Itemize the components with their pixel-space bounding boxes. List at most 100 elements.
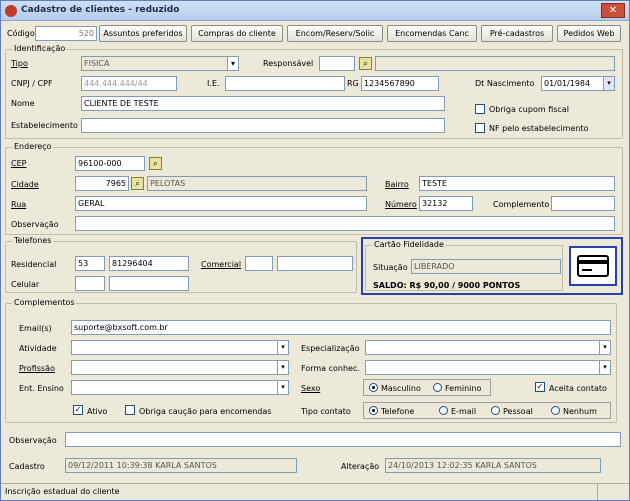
codigo-label: Código bbox=[7, 29, 35, 38]
numero-field[interactable]: 32132 bbox=[419, 196, 473, 211]
endereco-title: Endereço bbox=[12, 142, 54, 151]
assuntos-preferidos-button[interactable]: Assuntos preferidos bbox=[99, 25, 187, 42]
residencial-ddd-field[interactable]: 53 bbox=[75, 256, 105, 271]
cidade-search-icon[interactable]: ⌕ bbox=[131, 177, 144, 190]
card-icon-frame[interactable] bbox=[569, 246, 617, 286]
residencial-number-field[interactable]: 81296404 bbox=[109, 256, 189, 271]
responsavel-label: Responsável bbox=[263, 59, 314, 68]
obriga-cupom-label: Obriga cupom fiscal bbox=[489, 105, 569, 114]
cep-field[interactable]: 96100-000 bbox=[75, 156, 145, 171]
estabelecimento-field[interactable] bbox=[81, 118, 445, 133]
sexo-label: Sexo bbox=[301, 384, 321, 393]
estabelecimento-label: Estabelecimento bbox=[11, 121, 78, 130]
contato-pessoal-radio[interactable] bbox=[491, 406, 500, 415]
cnpj-field[interactable]: 444.444.444/44 bbox=[81, 76, 177, 91]
profissao-dropdown-icon[interactable]: ▾ bbox=[277, 361, 288, 374]
endereco-obs-field[interactable] bbox=[75, 216, 615, 231]
bairro-label: Bairro bbox=[385, 180, 409, 189]
saldo-text: SALDO: R$ 90,00 / 9000 PONTOS bbox=[373, 281, 521, 290]
obriga-caucao-checkbox[interactable] bbox=[125, 405, 135, 415]
profissao-select[interactable]: ▾ bbox=[71, 360, 289, 375]
contato-email-radio[interactable] bbox=[439, 406, 448, 415]
cadastro-label: Cadastro bbox=[9, 462, 45, 471]
encomendas-canc-button[interactable]: Encomendas Canc bbox=[387, 25, 477, 42]
cidade-name-field: PELOTAS bbox=[147, 176, 367, 191]
especializacao-dropdown-icon[interactable]: ▾ bbox=[599, 341, 610, 354]
atividade-label: Atividade bbox=[19, 344, 57, 353]
rg-label: RG bbox=[347, 79, 359, 88]
obriga-cupom-checkbox[interactable] bbox=[475, 104, 485, 114]
atividade-select[interactable]: ▾ bbox=[71, 340, 289, 355]
cidade-code-field[interactable]: 7965 bbox=[75, 176, 129, 191]
rg-field[interactable]: 1234567890 bbox=[361, 76, 439, 91]
responsavel-code[interactable] bbox=[319, 56, 355, 71]
ativo-label: Ativo bbox=[87, 407, 108, 416]
celular-ddd-field[interactable] bbox=[75, 276, 105, 291]
nf-estabelecimento-checkbox[interactable] bbox=[475, 123, 485, 133]
cadastro-field: 09/12/2011 10:39:38 KARLA SANTOS bbox=[65, 458, 297, 473]
title-bar: Cadastro de clientes - reduzido ✕ bbox=[1, 1, 629, 21]
nascimento-label: Dt Nascimento bbox=[475, 79, 535, 88]
especializacao-select[interactable]: ▾ bbox=[365, 340, 611, 355]
email-label: Email(s) bbox=[19, 324, 52, 333]
credit-card-icon bbox=[577, 255, 609, 277]
status-bar: Inscrição estadual do cliente bbox=[1, 483, 629, 500]
compras-cliente-button[interactable]: Compras do cliente bbox=[191, 25, 283, 42]
sexo-masculino-radio[interactable] bbox=[369, 383, 378, 392]
contato-nenhum-radio[interactable] bbox=[551, 406, 560, 415]
email-field[interactable]: suporte@bxsoft.com.br bbox=[71, 320, 611, 335]
pre-cadastros-button[interactable]: Pré-cadastros bbox=[481, 25, 553, 42]
nome-field[interactable]: CLIENTE DE TESTE bbox=[81, 96, 445, 111]
forma-conhec-select[interactable]: ▾ bbox=[365, 360, 611, 375]
sexo-feminino-label: Feminino bbox=[445, 384, 482, 393]
sexo-feminino-radio[interactable] bbox=[433, 383, 442, 392]
ensino-select[interactable]: ▾ bbox=[71, 380, 289, 395]
aceita-contato-checkbox[interactable]: ✓ bbox=[535, 382, 545, 392]
observacao-label: Observação bbox=[9, 436, 57, 445]
contato-nenhum-label: Nenhum bbox=[563, 407, 597, 416]
tipo-select[interactable]: FISICA bbox=[81, 56, 237, 71]
ie-label: I.E. bbox=[207, 79, 220, 88]
close-button[interactable]: ✕ bbox=[601, 3, 625, 18]
numero-label: Número bbox=[385, 200, 417, 209]
calendar-dropdown-icon[interactable]: ▾ bbox=[603, 77, 614, 90]
status-text: Inscrição estadual do cliente bbox=[5, 487, 120, 496]
ensino-label: Ent. Ensino bbox=[19, 384, 64, 393]
cidade-label: Cidade bbox=[11, 180, 39, 189]
window-title: Cadastro de clientes - reduzido bbox=[21, 5, 180, 15]
responsavel-search-icon[interactable]: ⌕ bbox=[359, 57, 372, 70]
ativo-checkbox[interactable]: ✓ bbox=[73, 405, 83, 415]
bairro-field[interactable]: TESTE bbox=[419, 176, 615, 191]
residencial-label: Residencial bbox=[11, 260, 57, 269]
celular-number-field[interactable] bbox=[109, 276, 189, 291]
celular-label: Celular bbox=[11, 280, 40, 289]
status-divider bbox=[597, 484, 598, 500]
nascimento-field[interactable]: 01/01/1984 ▾ bbox=[541, 76, 615, 91]
rua-label: Rua bbox=[11, 200, 27, 209]
contato-email-label: E-mail bbox=[451, 407, 477, 416]
atividade-dropdown-icon[interactable]: ▾ bbox=[277, 341, 288, 354]
forma-conhec-dropdown-icon[interactable]: ▾ bbox=[599, 361, 610, 374]
situacao-label: Situação bbox=[373, 263, 408, 272]
pedidos-web-button[interactable]: Pedidos Web bbox=[557, 25, 621, 42]
encom-reserv-button[interactable]: Encom/Reserv/Solic bbox=[287, 25, 383, 42]
comercial-ddd-field[interactable] bbox=[245, 256, 273, 271]
nascimento-value: 01/01/1984 bbox=[544, 79, 591, 88]
ie-field[interactable] bbox=[225, 76, 345, 91]
contato-pessoal-label: Pessoal bbox=[503, 407, 533, 416]
tipo-contato-label: Tipo contato bbox=[301, 407, 351, 416]
codigo-field[interactable]: 520 bbox=[35, 26, 97, 41]
cep-search-icon[interactable]: ⌕ bbox=[149, 157, 162, 170]
ensino-dropdown-icon[interactable]: ▾ bbox=[277, 381, 288, 394]
situacao-field: LIBERADO bbox=[411, 259, 561, 274]
observacao-field[interactable] bbox=[65, 432, 621, 447]
tipo-dropdown-button[interactable]: ▾ bbox=[227, 56, 239, 71]
cep-label: CEP bbox=[11, 159, 27, 168]
comercial-number-field[interactable] bbox=[277, 256, 353, 271]
rua-field[interactable]: GERAL bbox=[75, 196, 367, 211]
responsavel-name bbox=[375, 56, 615, 71]
telefones-title: Telefones bbox=[12, 236, 54, 245]
obriga-caucao-label: Obriga caução para encomendas bbox=[139, 407, 272, 416]
complemento-field[interactable] bbox=[551, 196, 615, 211]
contato-telefone-radio[interactable] bbox=[369, 406, 378, 415]
